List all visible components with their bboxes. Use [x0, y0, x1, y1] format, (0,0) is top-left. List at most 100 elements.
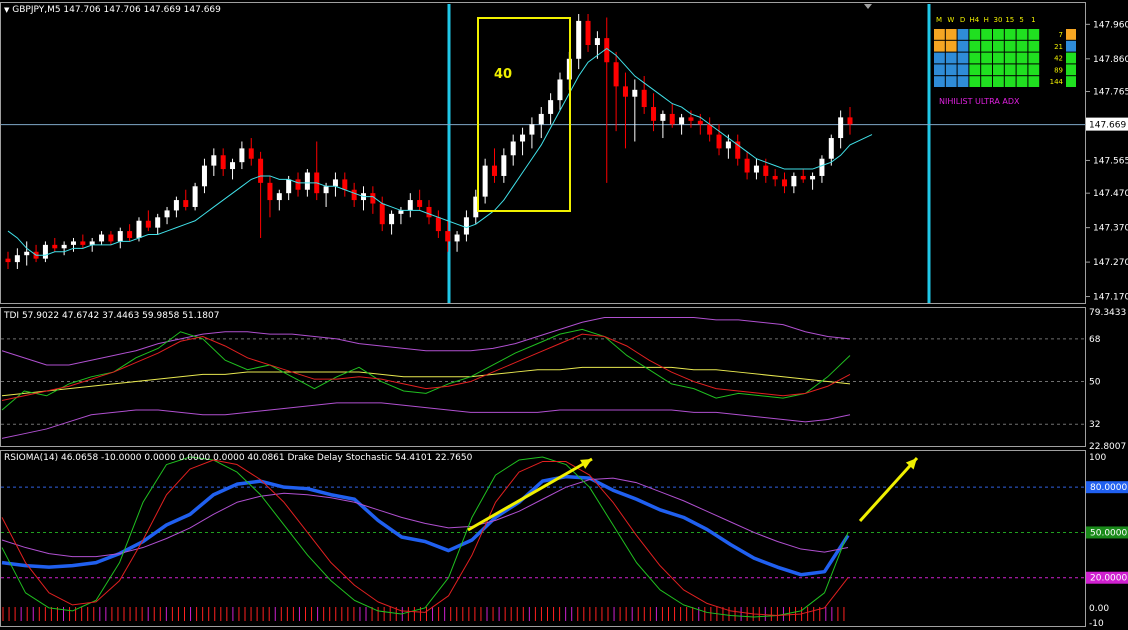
adx-grid-cell: [981, 52, 992, 64]
candle-body: [276, 193, 282, 201]
candle-body: [763, 165, 769, 176]
adx-grid-cell: [1028, 76, 1040, 87]
adx-grid-cell: [945, 40, 957, 52]
adx-timeframe-label: H4: [970, 16, 980, 24]
adx-grid-cell: [1028, 64, 1040, 76]
adx-grid-cell: [1016, 64, 1028, 76]
adx-grid-cell: [1028, 52, 1040, 64]
adx-timeframe-label: D: [960, 16, 965, 24]
tdi-tick-label: 22.8007: [1089, 442, 1126, 452]
candle-body: [14, 255, 20, 263]
adx-grid-cell: [957, 52, 969, 64]
price-axis: 147.960 147.860 147.765 147.565 147.470 147.3…: [1085, 20, 1128, 303]
candle-body: [42, 244, 48, 259]
adx-end-cell: [1066, 29, 1076, 40]
candle-body: [688, 117, 694, 121]
adx-end-cell: [1066, 76, 1076, 87]
candle-body: [61, 244, 67, 249]
rsioma-pane[interactable]: 100 80.0000 50.0000 20.0000 0.00 -10: [1, 453, 1128, 629]
adx-grid-cell: [957, 76, 969, 87]
candle-body: [52, 244, 58, 249]
adx-grid-cell: [993, 29, 1004, 40]
rsioma-tick-label: -10: [1089, 619, 1104, 629]
candle-body: [791, 175, 797, 187]
candle-body: [538, 113, 544, 125]
candle-body: [417, 200, 423, 207]
highlight-box: [477, 17, 571, 212]
adx-grid-cell: [969, 40, 981, 52]
candle-body: [613, 62, 619, 87]
adx-grid-cell: [934, 52, 945, 64]
annotations: [467, 456, 919, 532]
adx-period-label: 7: [1059, 31, 1063, 39]
candle-body: [491, 165, 497, 176]
adx-grid-cell: [981, 76, 992, 87]
rsioma-pane-frame: [0, 450, 1086, 627]
candle-body: [529, 124, 535, 135]
candle-body: [127, 231, 133, 238]
adx-end-cell: [1066, 40, 1076, 52]
dropdown-triangle-icon[interactable]: ▼: [4, 6, 9, 14]
candle-body: [192, 186, 198, 207]
candle-body: [445, 231, 451, 242]
adx-timeframe-label: 30: [994, 16, 1003, 24]
tdi-title: TDI 57.9022 47.6742 37.4463 59.9858 51.1…: [4, 311, 220, 321]
rsioma-tick-label: 80.0000: [1090, 483, 1127, 493]
adx-grid-cell: [1028, 40, 1040, 52]
candle-body: [753, 165, 759, 173]
candle-body: [24, 251, 30, 256]
candle-body: [463, 217, 469, 235]
candle-body: [800, 175, 806, 180]
price-tick-label: 147.960: [1093, 20, 1128, 30]
adx-period-label: 144: [1050, 78, 1064, 86]
tdi-tick-label: 32: [1089, 420, 1100, 430]
candle-body: [267, 182, 273, 201]
candle-body: [155, 217, 161, 228]
adx-grid-cell: [993, 76, 1004, 87]
candle-body: [295, 179, 301, 190]
adx-grid-cell: [1016, 52, 1028, 64]
candle-body: [651, 107, 657, 121]
candle-body: [211, 155, 217, 166]
candle-body: [810, 175, 816, 180]
candle-body: [80, 241, 86, 245]
adx-grid-cell: [981, 64, 992, 76]
price-tick-label: 147.765: [1093, 88, 1128, 98]
price-tick-label: 147.860: [1093, 55, 1128, 65]
candle-body: [248, 148, 254, 159]
tdi-series-signal: [1, 333, 851, 401]
candle-body: [520, 134, 526, 142]
candle-body: [454, 234, 460, 242]
adx-timeframe-label: 15: [1005, 16, 1014, 24]
adx-period-label: 89: [1054, 66, 1063, 74]
adx-grid-cell: [969, 29, 981, 40]
candle-body: [594, 38, 600, 46]
candle-body: [576, 20, 582, 59]
tdi-pane[interactable]: 79.3433 68 50 32 22.8007: [1, 308, 1126, 452]
adx-end-cell: [1066, 52, 1076, 64]
adx-grid-cell: [1004, 29, 1016, 40]
candle-body: [70, 241, 76, 245]
candle-body: [230, 162, 236, 170]
adx-timeframe-label: M: [936, 16, 942, 24]
candle-body: [622, 86, 628, 97]
rsioma-arrow-left-shaft: [467, 457, 593, 532]
price-tick-label: 147.270: [1093, 258, 1128, 268]
candle-body: [351, 189, 357, 201]
candle-body: [557, 79, 563, 101]
tdi-series-lower: [1, 402, 851, 439]
adx-grid-cell: [1004, 52, 1016, 64]
symbol-header-text: GBPJPY,M5 147.706 147.706 147.669 147.66…: [12, 5, 221, 15]
adx-grid-cell: [934, 29, 945, 40]
adx-timeframe-label: W: [947, 16, 954, 24]
price-pane[interactable]: [1, 4, 1085, 303]
price-tick-label: 147.370: [1093, 224, 1128, 234]
candle-body: [323, 186, 329, 194]
adx-grid-cell: [957, 29, 969, 40]
candle-body: [5, 258, 11, 263]
candle-body: [258, 158, 264, 183]
candle-body: [697, 120, 703, 125]
rsioma-tick-label: 100: [1089, 453, 1106, 463]
candle-body: [239, 148, 245, 163]
candle-body: [510, 141, 516, 156]
